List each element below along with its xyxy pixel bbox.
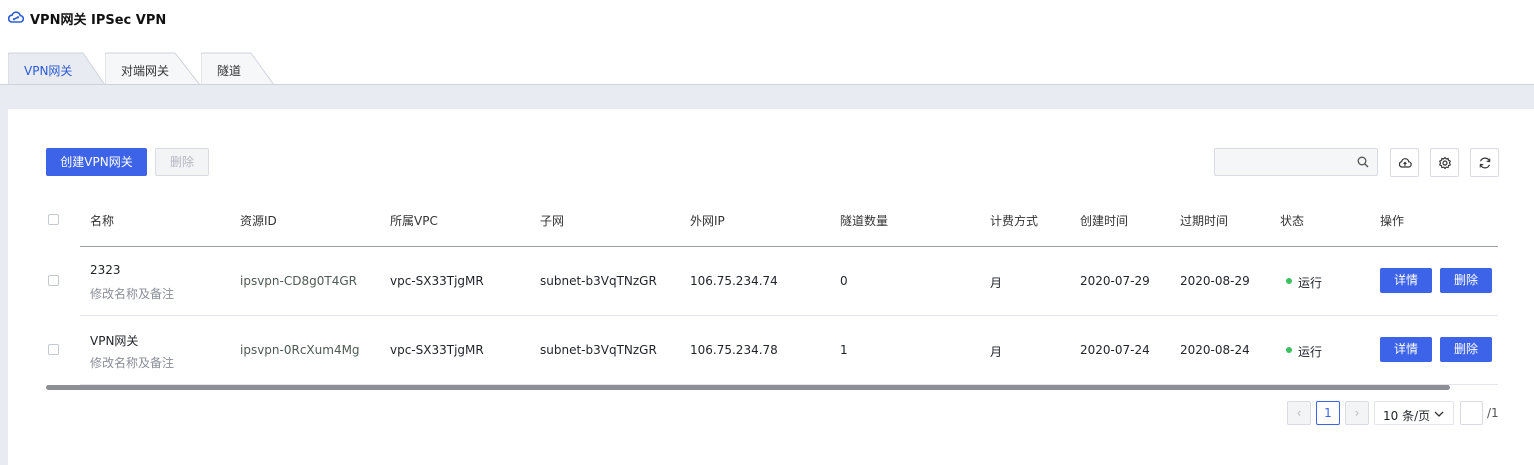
- row-expires: 2020-08-24: [1180, 343, 1250, 357]
- page-number-current[interactable]: 1: [1316, 401, 1340, 425]
- column-header-subnet: 子网: [540, 214, 565, 228]
- row-expires: 2020-08-29: [1180, 274, 1250, 288]
- column-header-actions: 操作: [1380, 214, 1405, 228]
- delete-button[interactable]: 删除: [155, 148, 209, 176]
- status-badge: 运行: [1298, 345, 1323, 359]
- status-dot: [1286, 347, 1292, 353]
- column-header-public-ip: 外网IP: [690, 214, 725, 228]
- row-billing: 月: [990, 345, 1003, 359]
- edit-name-note-link[interactable]: 修改名称及备注: [90, 354, 174, 371]
- column-header-created: 创建时间: [1080, 214, 1129, 228]
- select-all-checkbox[interactable]: [48, 214, 59, 225]
- page-size-label: 10 条/页: [1383, 409, 1431, 423]
- row-public-ip: 106.75.234.74: [690, 274, 778, 288]
- page-title: VPN网关 IPSec VPN: [30, 13, 167, 28]
- tab-label: 对端网关: [121, 64, 170, 78]
- row-billing: 月: [990, 276, 1003, 290]
- tab-label: 隧道: [217, 64, 242, 78]
- column-header-name: 名称: [90, 214, 115, 228]
- column-header-vpc: 所属VPC: [390, 214, 438, 228]
- row-resource-id[interactable]: ipsvpn-0RcXum4Mg: [240, 343, 360, 357]
- horizontal-scrollbar[interactable]: [46, 385, 1450, 390]
- settings-button[interactable]: [1430, 148, 1459, 177]
- row-divider: [80, 315, 1498, 316]
- tab-tunnel[interactable]: 隧道: [201, 52, 275, 85]
- row-tunnel-count: 1: [840, 343, 848, 357]
- row-vpc: vpc-SX33TjgMR: [390, 274, 484, 288]
- cloud-link-icon: [7, 10, 25, 24]
- row-created: 2020-07-29: [1080, 274, 1150, 288]
- row-name[interactable]: VPN网关: [90, 332, 138, 349]
- row-delete-button[interactable]: 删除: [1440, 337, 1492, 362]
- detail-button[interactable]: 详情: [1380, 337, 1432, 362]
- row-public-ip: 106.75.234.78: [690, 343, 778, 357]
- page-header: VPN网关 IPSec VPN: [0, 0, 1534, 52]
- row-delete-button[interactable]: 删除: [1440, 268, 1492, 293]
- tab-peer-gateway[interactable]: 对端网关: [105, 52, 201, 85]
- edit-name-note-link[interactable]: 修改名称及备注: [90, 285, 174, 302]
- page-total: /1: [1487, 406, 1499, 420]
- page-jump-input[interactable]: [1460, 401, 1483, 425]
- cloud-upload-button[interactable]: [1390, 148, 1419, 177]
- column-header-status: 状态: [1280, 214, 1305, 228]
- prev-page-button[interactable]: ‹: [1287, 401, 1311, 425]
- row-vpc: vpc-SX33TjgMR: [390, 343, 484, 357]
- row-checkbox[interactable]: [48, 275, 59, 286]
- column-header-resource-id: 资源ID: [240, 214, 277, 228]
- tab-vpn-gateway[interactable]: VPN网关: [8, 52, 106, 85]
- search-input[interactable]: [1214, 148, 1378, 176]
- row-created: 2020-07-24: [1080, 343, 1150, 357]
- column-header-billing: 计费方式: [990, 214, 1039, 228]
- create-vpn-gateway-button[interactable]: 创建VPN网关: [46, 148, 147, 176]
- tab-bar: VPN网关 对端网关 隧道: [0, 52, 1534, 85]
- column-header-tunnel-count: 隧道数量: [840, 214, 889, 228]
- column-header-expires: 过期时间: [1180, 214, 1229, 228]
- tab-label: VPN网关: [24, 64, 73, 78]
- row-tunnel-count: 0: [840, 274, 848, 288]
- detail-button[interactable]: 详情: [1380, 268, 1432, 293]
- status-badge: 运行: [1298, 276, 1323, 290]
- refresh-button[interactable]: [1470, 148, 1499, 177]
- row-name[interactable]: 2323: [90, 263, 121, 277]
- row-subnet: subnet-b3VqTNzGR: [540, 274, 657, 288]
- next-page-button[interactable]: ›: [1345, 401, 1369, 425]
- row-checkbox[interactable]: [48, 344, 59, 355]
- header-divider: [80, 246, 1498, 247]
- row-resource-id[interactable]: ipsvpn-CD8g0T4GR: [240, 274, 357, 288]
- page-size-select[interactable]: 10 条/页: [1374, 401, 1454, 425]
- status-dot: [1286, 278, 1292, 284]
- row-subnet: subnet-b3VqTNzGR: [540, 343, 657, 357]
